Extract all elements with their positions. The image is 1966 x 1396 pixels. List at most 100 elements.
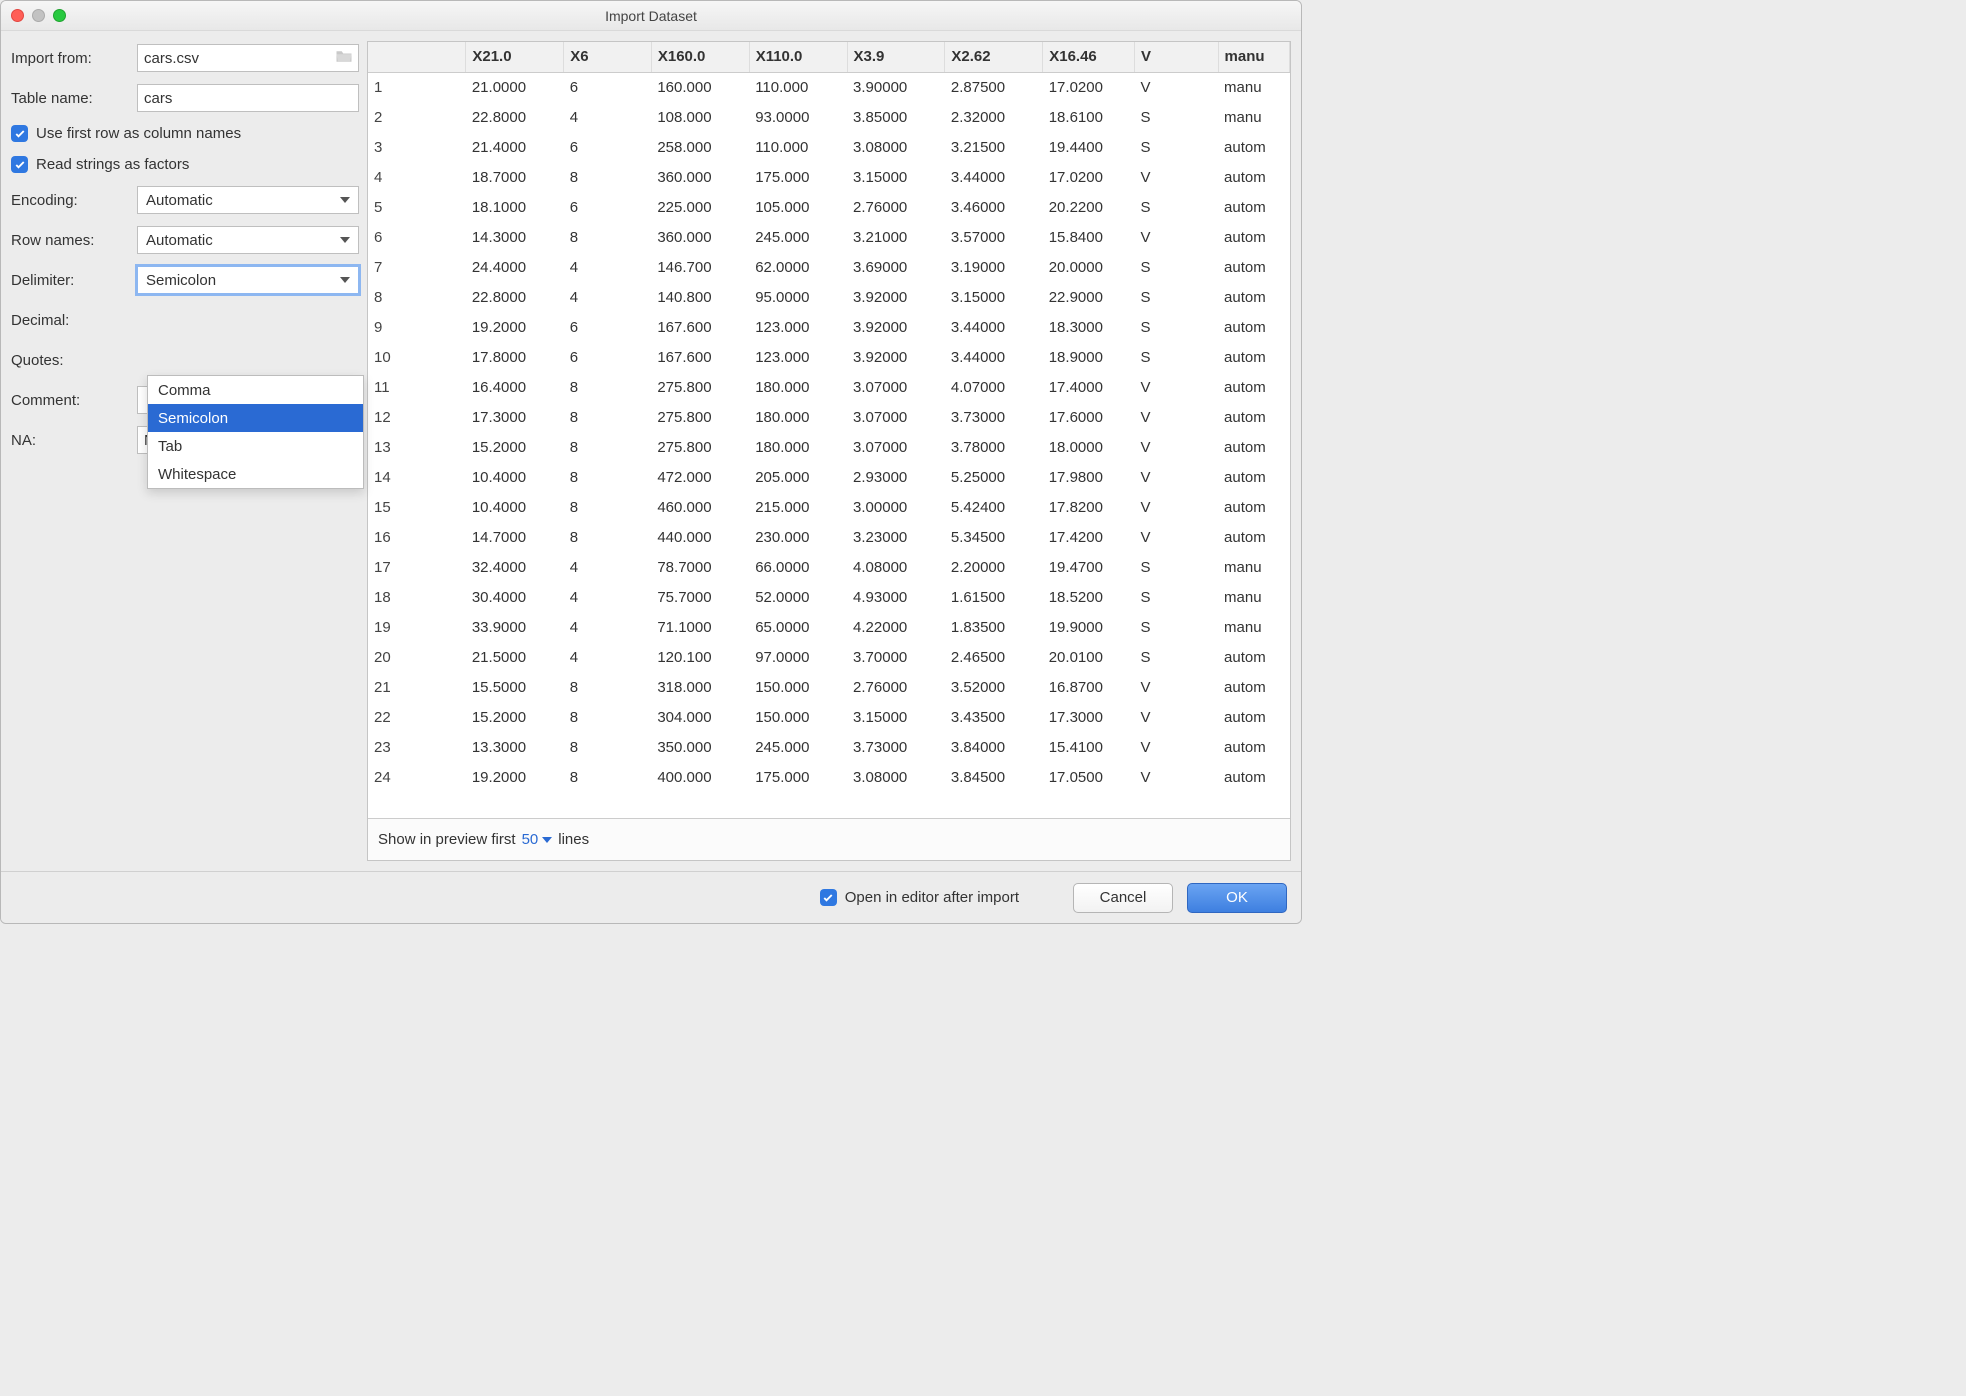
table-row[interactable]: 1315.20008275.800180.0003.070003.7800018… bbox=[368, 432, 1290, 462]
minimize-window-button[interactable] bbox=[32, 9, 45, 22]
column-header[interactable]: V bbox=[1134, 42, 1218, 72]
delimiter-label: Delimiter: bbox=[11, 272, 137, 289]
table-cell: 5.34500 bbox=[945, 522, 1043, 552]
table-cell: 10 bbox=[368, 342, 466, 372]
table-row[interactable]: 1933.9000471.100065.00004.220001.8350019… bbox=[368, 612, 1290, 642]
column-header[interactable]: X160.0 bbox=[651, 42, 749, 72]
cancel-button[interactable]: Cancel bbox=[1073, 883, 1173, 913]
delimiter-select[interactable]: Semicolon bbox=[137, 266, 359, 294]
read-strings-label: Read strings as factors bbox=[36, 156, 189, 173]
table-cell: 12 bbox=[368, 402, 466, 432]
table-cell: 8 bbox=[564, 492, 652, 522]
table-cell: 19.2000 bbox=[466, 762, 564, 792]
table-cell: 3.92000 bbox=[847, 282, 945, 312]
table-row[interactable]: 1017.80006167.600123.0003.920003.4400018… bbox=[368, 342, 1290, 372]
table-cell: 3.52000 bbox=[945, 672, 1043, 702]
chevron-down-icon bbox=[340, 237, 350, 243]
delimiter-option[interactable]: Whitespace bbox=[148, 460, 363, 488]
table-row[interactable]: 1732.4000478.700066.00004.080002.2000019… bbox=[368, 552, 1290, 582]
table-row[interactable]: 822.80004140.80095.00003.920003.1500022.… bbox=[368, 282, 1290, 312]
table-row[interactable]: 518.10006225.000105.0002.760003.4600020.… bbox=[368, 192, 1290, 222]
table-cell: 14.3000 bbox=[466, 222, 564, 252]
table-cell: 3.57000 bbox=[945, 222, 1043, 252]
table-row[interactable]: 1217.30008275.800180.0003.070003.7300017… bbox=[368, 402, 1290, 432]
table-cell: 1.83500 bbox=[945, 612, 1043, 642]
table-row[interactable]: 222.80004108.00093.00003.850002.3200018.… bbox=[368, 102, 1290, 132]
table-row[interactable]: 1510.40008460.000215.0003.000005.4240017… bbox=[368, 492, 1290, 522]
table-cell: 3.44000 bbox=[945, 312, 1043, 342]
delimiter-option[interactable]: Tab bbox=[148, 432, 363, 460]
table-cell: 8 bbox=[564, 222, 652, 252]
table-cell: 17 bbox=[368, 552, 466, 582]
table-cell: 3.84500 bbox=[945, 762, 1043, 792]
table-cell: 16 bbox=[368, 522, 466, 552]
table-cell: 17.4200 bbox=[1043, 522, 1135, 552]
table-cell: V bbox=[1134, 462, 1218, 492]
column-header[interactable]: X3.9 bbox=[847, 42, 945, 72]
table-cell: autom bbox=[1218, 282, 1289, 312]
column-header[interactable]: X21.0 bbox=[466, 42, 564, 72]
table-row[interactable]: 2313.30008350.000245.0003.730003.8400015… bbox=[368, 732, 1290, 762]
table-cell: 17.6000 bbox=[1043, 402, 1135, 432]
table-name-input[interactable] bbox=[137, 84, 359, 112]
use-first-row-checkbox[interactable]: Use first row as column names bbox=[11, 121, 359, 146]
table-cell: 6 bbox=[564, 192, 652, 222]
table-cell: 160.000 bbox=[651, 72, 749, 102]
table-row[interactable]: 418.70008360.000175.0003.150003.4400017.… bbox=[368, 162, 1290, 192]
maximize-window-button[interactable] bbox=[53, 9, 66, 22]
column-header[interactable]: X16.46 bbox=[1043, 42, 1135, 72]
ok-button[interactable]: OK bbox=[1187, 883, 1287, 913]
table-row[interactable]: 1830.4000475.700052.00004.930001.6150018… bbox=[368, 582, 1290, 612]
preview-lines-select[interactable]: 50 bbox=[522, 831, 553, 848]
table-cell: 20 bbox=[368, 642, 466, 672]
encoding-select[interactable]: Automatic bbox=[137, 186, 359, 214]
table-row[interactable]: 614.30008360.000245.0003.210003.5700015.… bbox=[368, 222, 1290, 252]
table-cell: 275.800 bbox=[651, 372, 749, 402]
column-header[interactable]: manu bbox=[1218, 42, 1289, 72]
close-window-button[interactable] bbox=[11, 9, 24, 22]
column-header[interactable]: X6 bbox=[564, 42, 652, 72]
open-in-editor-checkbox[interactable]: Open in editor after import bbox=[820, 889, 1019, 906]
table-cell: 180.000 bbox=[749, 432, 847, 462]
column-header[interactable] bbox=[368, 42, 466, 72]
table-row[interactable]: 2419.20008400.000175.0003.080003.8450017… bbox=[368, 762, 1290, 792]
read-strings-checkbox[interactable]: Read strings as factors bbox=[11, 152, 359, 177]
chevron-down-icon bbox=[542, 837, 552, 843]
table-cell: 150.000 bbox=[749, 672, 847, 702]
table-cell: 3.44000 bbox=[945, 342, 1043, 372]
table-cell: autom bbox=[1218, 432, 1289, 462]
table-row[interactable]: 919.20006167.600123.0003.920003.4400018.… bbox=[368, 312, 1290, 342]
table-cell: manu bbox=[1218, 102, 1289, 132]
table-cell: 6 bbox=[564, 312, 652, 342]
import-from-input[interactable] bbox=[137, 44, 359, 72]
delimiter-option[interactable]: Semicolon bbox=[148, 404, 363, 432]
table-row[interactable]: 2021.50004120.10097.00003.700002.4650020… bbox=[368, 642, 1290, 672]
table-cell: 105.000 bbox=[749, 192, 847, 222]
delimiter-option[interactable]: Comma bbox=[148, 376, 363, 404]
table-row[interactable]: 121.00006160.000110.0003.900002.8750017.… bbox=[368, 72, 1290, 102]
table-cell: 18.5200 bbox=[1043, 582, 1135, 612]
table-cell: 23 bbox=[368, 732, 466, 762]
column-header[interactable]: X2.62 bbox=[945, 42, 1043, 72]
table-cell: 3.15000 bbox=[847, 162, 945, 192]
table-row[interactable]: 1614.70008440.000230.0003.230005.3450017… bbox=[368, 522, 1290, 552]
table-cell: 350.000 bbox=[651, 732, 749, 762]
table-cell: V bbox=[1134, 402, 1218, 432]
preview-suffix: lines bbox=[558, 831, 589, 848]
table-row[interactable]: 321.40006258.000110.0003.080003.2150019.… bbox=[368, 132, 1290, 162]
table-cell: 71.1000 bbox=[651, 612, 749, 642]
table-row[interactable]: 724.40004146.70062.00003.690003.1900020.… bbox=[368, 252, 1290, 282]
table-row[interactable]: 1116.40008275.800180.0003.070004.0700017… bbox=[368, 372, 1290, 402]
table-row[interactable]: 2115.50008318.000150.0002.760003.5200016… bbox=[368, 672, 1290, 702]
table-cell: 14 bbox=[368, 462, 466, 492]
table-cell: V bbox=[1134, 672, 1218, 702]
table-cell: 3.15000 bbox=[945, 282, 1043, 312]
column-header[interactable]: X110.0 bbox=[749, 42, 847, 72]
table-row[interactable]: 1410.40008472.000205.0002.930005.2500017… bbox=[368, 462, 1290, 492]
table-cell: V bbox=[1134, 702, 1218, 732]
table-row[interactable]: 2215.20008304.000150.0003.150003.4350017… bbox=[368, 702, 1290, 732]
row-names-select[interactable]: Automatic bbox=[137, 226, 359, 254]
folder-open-icon[interactable] bbox=[335, 49, 353, 65]
table-cell: 3.00000 bbox=[847, 492, 945, 522]
table-cell: V bbox=[1134, 432, 1218, 462]
